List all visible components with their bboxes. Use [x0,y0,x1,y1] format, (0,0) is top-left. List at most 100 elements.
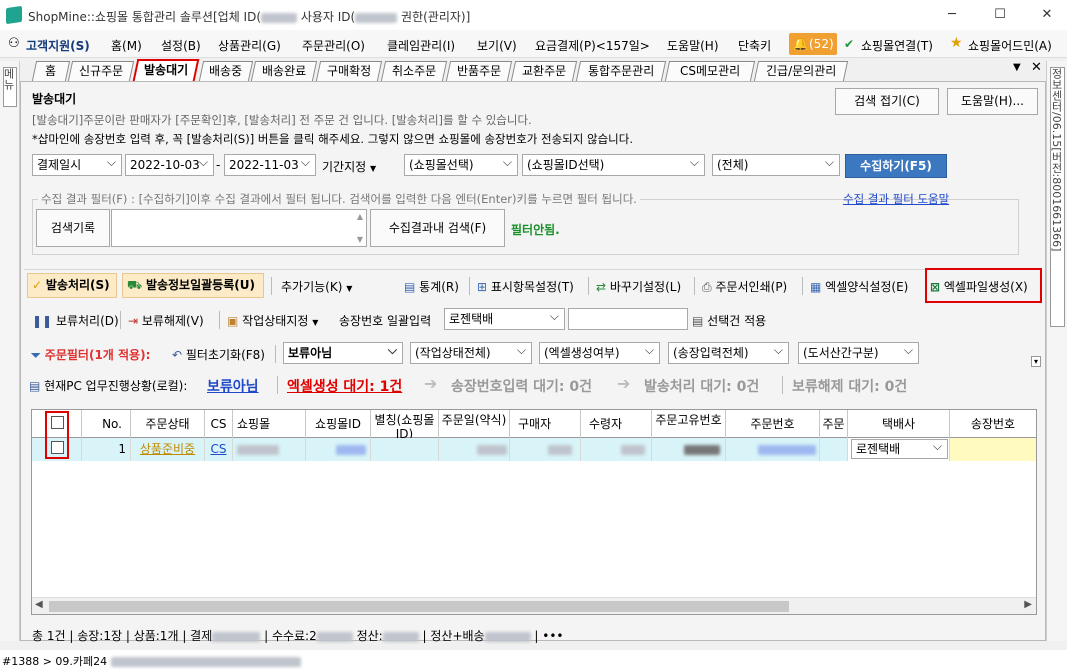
work-state-dropdown[interactable]: ▣ 작업상태지정 ▼ [227,312,318,329]
row-checkbox[interactable] [51,441,64,454]
menu-support[interactable]: 고객지원(S) [26,37,90,54]
invoice-state-filter-select[interactable]: (송장입력전체) [668,340,789,364]
filter-search-input[interactable]: ▲ ▼ [111,209,367,247]
all-select[interactable]: (전체) [712,152,840,176]
column-settings-button[interactable]: ⊞ 표시항목설정(T) [477,278,574,295]
bulk-register-button[interactable]: ⛟ 발송정보일괄등록(U) [122,273,264,298]
date-to-picker[interactable]: 2022-11-03 [224,152,316,176]
col-buyer[interactable]: 구매자 [510,410,581,438]
left-side-panel[interactable]: 메뉴 [0,61,20,641]
work-state-filter-select[interactable]: (작업상태전체) [410,340,532,364]
col-mall-id[interactable]: 쇼핑몰ID [306,410,371,438]
stats-button[interactable]: ▤ 통계(R) [404,278,459,295]
tab-urgent-inquiry[interactable]: 긴급/문의관리 [753,61,849,81]
excel-state-filter-select[interactable]: (엑셀생성여부) [539,340,660,364]
tab-returns[interactable]: 반품주문 [445,61,513,81]
col-no[interactable]: No. [82,410,131,438]
row-invoice-input[interactable] [950,438,1036,461]
row-cs-link[interactable]: CS [205,438,233,461]
menu-mall-admin[interactable]: 쇼핑몰어드민(A) [968,37,1052,54]
tab-delivered[interactable]: 배송완료 [250,61,318,81]
tab-in-delivery[interactable]: 배송중 [198,61,254,81]
collapse-search-button[interactable]: 검색 접기(C) [835,88,939,115]
grid-horizontal-scrollbar[interactable]: ◀ ▶ [32,597,1036,614]
col-invoice-no[interactable]: 송장번호 [950,410,1036,438]
period-dropdown[interactable]: 기간지정 ▼ [322,158,376,175]
mall-id-select[interactable]: (쇼핑몰ID선택) [522,152,705,176]
col-alias[interactable]: 별칭(쇼핑몰ID) [371,410,439,438]
apply-selected-button[interactable]: ▤ 선택건 적용 [692,312,766,329]
courier-select[interactable]: 로젠택배 [444,306,565,330]
menu-mall-connect[interactable]: 쇼핑몰연결(T) [861,37,933,54]
excel-form-settings-button[interactable]: ▦ 엑셀양식설정(E) [810,278,908,295]
unhold-button[interactable]: ⇥ 보류해제(V) [128,312,204,329]
col-mall[interactable]: 쇼핑몰 [233,410,306,438]
menu-view[interactable]: 보기(V) [477,37,517,54]
tab-cs-memo[interactable]: CS메모관리 [664,61,756,81]
tab-purchase-confirmed[interactable]: 구매확정 [315,61,383,81]
filter-help-link[interactable]: 수집 결과 필터 도움말 [843,191,949,207]
menu-home[interactable]: 홈(M) [111,37,142,54]
col-order-no[interactable]: 주문번호 [726,410,820,438]
tab-exchanges[interactable]: 교환주문 [510,61,578,81]
tab-pending-shipment[interactable]: 발송대기 [132,59,200,81]
excel-create-button[interactable]: ⊠ 엑셀파일생성(X) [930,278,1028,295]
scroll-down-icon[interactable]: ▼ [357,235,363,244]
menu-claims[interactable]: 클레임관리(I) [387,37,455,54]
menu-settings[interactable]: 설정(B) [161,37,201,54]
mall-select[interactable]: (쇼핑몰선택) [404,152,518,176]
table-row[interactable]: 1 상품준비중 CS 로젠택배 [32,438,1036,461]
remote-area-filter-select[interactable]: (도서산간구분) [798,340,919,364]
invoice-number-input[interactable] [568,308,688,330]
print-orders-button[interactable]: ⎙ 주문서인쇄(P) [702,278,787,295]
scroll-up-icon[interactable]: ▲ [357,212,363,221]
col-order-date[interactable]: 주문일(약식) [439,410,510,438]
filter-search-button[interactable]: 수집결과내 검색(F) [370,209,505,247]
replace-settings-button[interactable]: ⇄ 바꾸기설정(L) [596,278,681,295]
side-menu-tab[interactable]: 메뉴 [2,67,17,107]
tab-home[interactable]: 홈 [31,61,71,81]
side-info-tab[interactable]: 정보센터/06.15[버전:8001661366] [1050,67,1065,327]
menu-products[interactable]: 상품관리(G) [218,37,281,54]
hold-button[interactable]: ❚❚ 보류처리(D) [32,312,119,329]
collect-button[interactable]: 수집하기(F5) [845,154,947,178]
right-side-panel[interactable]: 정보센터/06.15[버전:8001661366] [1046,61,1067,641]
more-functions-dropdown[interactable]: 추가기능(K) ▼ [281,278,352,295]
progress-step-excel[interactable]: 엑셀생성 대기: 1건 [287,376,402,396]
col-order-state[interactable]: 주문상태 [131,410,205,438]
notification-badge[interactable]: 🔔 (52) [789,33,837,55]
help-button[interactable]: 도움말(H)... [947,88,1038,115]
expand-icon[interactable]: ▾ [1031,356,1041,367]
scroll-right-icon[interactable]: ▶ [1024,599,1032,610]
tab-integrated-orders[interactable]: 통합주문관리 [575,61,667,81]
date-from-picker[interactable]: 2022-10-03 [125,152,214,176]
col-order-extra[interactable]: 주문 [820,410,848,438]
hold-filter-select[interactable]: 보류아님 [283,340,403,364]
row-courier-select[interactable]: 로젠택배 [851,438,948,459]
tab-list-dropdown-icon[interactable]: ▼ [1013,62,1021,73]
menu-orders[interactable]: 주문관리(O) [302,37,365,54]
menu-shortcuts[interactable]: 단축키 [738,37,771,54]
col-order-unique-no[interactable]: 주문고유번호 [652,410,726,438]
minimize-icon[interactable]: ─ [942,5,962,25]
col-cs[interactable]: CS [205,410,233,438]
date-type-select[interactable]: 결제일시 [32,152,122,176]
tab-close-icon[interactable]: ✕ [1031,60,1042,75]
col-courier[interactable]: 택배사 [848,410,950,438]
progress-step-hold[interactable]: 보류아님 [207,376,259,396]
row-order-state[interactable]: 상품준비중 [131,438,205,461]
select-all-checkbox[interactable] [51,416,64,429]
col-receiver[interactable]: 수령자 [581,410,652,438]
scrollbar-thumb[interactable] [49,601,789,612]
more-icon[interactable]: ••• [542,629,563,643]
menu-help[interactable]: 도움말(H) [667,37,719,54]
tab-new-orders[interactable]: 신규주문 [67,61,135,81]
close-icon[interactable]: ✕ [1037,5,1057,25]
menu-billing[interactable]: 요금결제(P)<157일> [535,37,650,54]
tab-cancelled[interactable]: 취소주문 [380,61,448,81]
scroll-left-icon[interactable]: ◀ [35,599,43,610]
maximize-icon[interactable]: ☐ [990,5,1010,25]
filter-reset-button[interactable]: ↶ 필터초기화(F8) [172,346,265,363]
ship-process-button[interactable]: ✓ 발송처리(S) [27,273,117,298]
search-history-button[interactable]: 검색기록 [36,209,110,247]
